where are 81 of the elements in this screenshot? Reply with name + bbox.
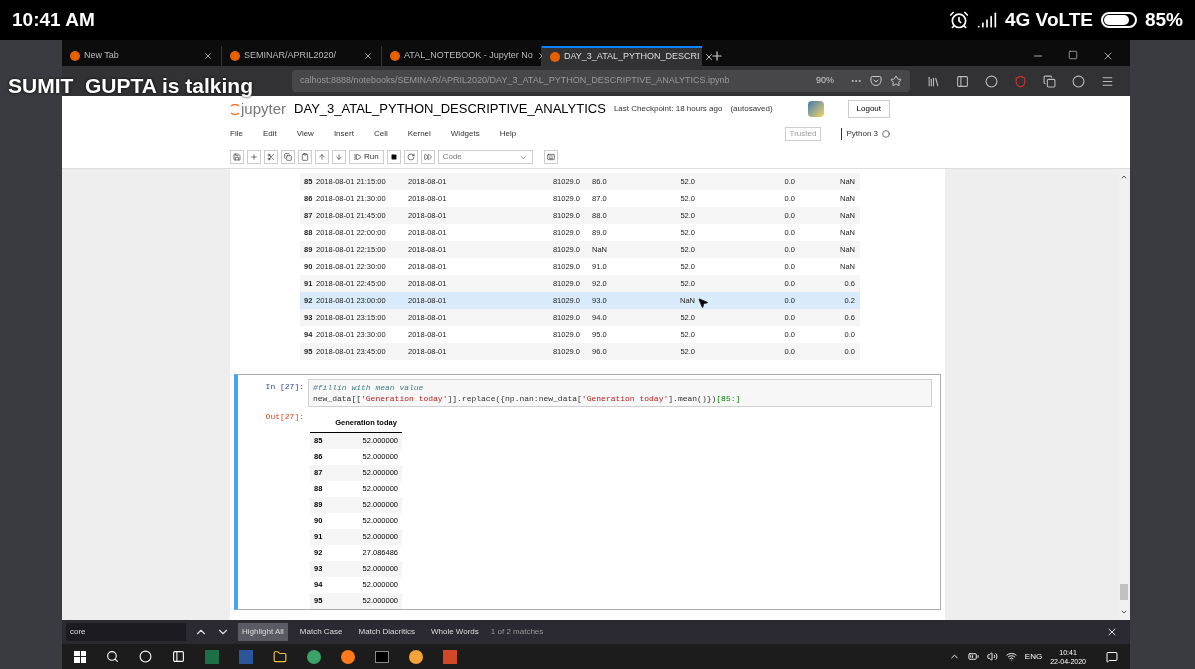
- volume-icon[interactable]: [986, 651, 998, 662]
- mouse-cursor-icon: [697, 297, 709, 309]
- bookmark-star-icon[interactable]: [890, 75, 902, 87]
- output-prompt: Out[27]:: [264, 411, 305, 423]
- menu-item[interactable]: View: [296, 128, 314, 140]
- find-option[interactable]: Match Diacritics: [354, 623, 419, 641]
- close-icon[interactable]: [363, 51, 373, 61]
- python-logo-icon: [807, 101, 824, 117]
- find-option[interactable]: Whole Words: [426, 623, 483, 641]
- close-icon[interactable]: [203, 51, 213, 61]
- menu-item[interactable]: Help: [499, 128, 517, 140]
- extension-icon[interactable]: [1072, 74, 1085, 88]
- run-button[interactable]: Run: [349, 150, 384, 164]
- paste-icon[interactable]: [298, 150, 312, 164]
- signal-icon: [977, 10, 997, 30]
- find-option[interactable]: Highlight All: [238, 623, 288, 641]
- close-icon[interactable]: [1102, 50, 1114, 62]
- new-tab-icon[interactable]: [710, 49, 724, 63]
- logout-button[interactable]: Logout: [847, 100, 890, 118]
- tab-favicon-icon: [230, 51, 240, 61]
- match-count: 1 of 2 matches: [490, 626, 544, 638]
- save-icon[interactable]: [230, 150, 244, 164]
- network-label: 4G VoLTE: [1005, 7, 1093, 32]
- close-icon[interactable]: [703, 52, 714, 62]
- shield-icon[interactable]: [1014, 74, 1027, 88]
- code-editor[interactable]: #fillin with mean value new_data[['Generation today']].replace({np.nan:new_data['Generation today'].mean()})[85:]: [308, 379, 932, 407]
- copy-icon[interactable]: [281, 150, 295, 164]
- scroll-up-icon[interactable]: [1120, 173, 1128, 181]
- kernel-name: Python 3: [841, 128, 878, 140]
- notifications-icon[interactable]: [1106, 650, 1118, 663]
- menu-item[interactable]: Insert: [333, 128, 354, 140]
- tab-favicon-icon: [390, 51, 400, 61]
- step-icon: [354, 153, 362, 161]
- jupyter-logo[interactable]: jupyter: [230, 97, 287, 121]
- input-prompt: In [27]:: [264, 381, 305, 393]
- library-icon[interactable]: [927, 74, 940, 88]
- extension-icon[interactable]: [1043, 74, 1056, 88]
- tab-favicon-icon: [550, 52, 560, 62]
- menu-item[interactable]: Kernel: [407, 128, 431, 140]
- find-field[interactable]: core: [66, 623, 186, 641]
- autosave-status: (autosaved): [730, 103, 773, 115]
- maximize-icon[interactable]: [1068, 50, 1078, 60]
- notebook-title[interactable]: DAY_3_ATAL_PYTHON_DESCRIPTIVE_ANALYTICS: [294, 99, 606, 119]
- stop-icon[interactable]: [386, 150, 401, 164]
- tab-favicon-icon: [70, 51, 80, 61]
- task-view-icon[interactable]: [172, 650, 185, 663]
- zoom-level[interactable]: 90%: [808, 74, 842, 88]
- checkpoint-text: Last Checkpoint: 18 hours ago: [613, 103, 723, 115]
- find-option[interactable]: Match Case: [295, 623, 347, 641]
- menu-item[interactable]: File: [230, 128, 243, 140]
- terminal-icon[interactable]: [375, 650, 389, 663]
- battery-icon[interactable]: [967, 651, 979, 662]
- pocket-icon[interactable]: [870, 75, 882, 87]
- menu-item[interactable]: Cell: [373, 128, 388, 140]
- sidebar-icon[interactable]: [956, 74, 969, 88]
- status-time: 10:41 AM: [12, 7, 95, 32]
- menu-icon[interactable]: [1101, 74, 1114, 88]
- speaker-overlay: SUMIT GUPTA is talking: [8, 73, 254, 99]
- address-bar[interactable]: calhost:8888/notebooks/SEMINAR/APRIL2020/DAY_3_ATAL_PYTHON_DESCRIPTIVE_ANALYTICS.ipynb 90%: [292, 70, 910, 92]
- close-icon[interactable]: [1106, 626, 1118, 638]
- windows-start-icon[interactable]: [74, 650, 86, 663]
- scroll-down-icon[interactable]: [1120, 608, 1128, 616]
- scroll-thumb[interactable]: [1120, 584, 1128, 600]
- alarm-icon: [949, 10, 969, 30]
- language-indicator[interactable]: ENG: [1024, 650, 1043, 663]
- extension-icon[interactable]: [985, 74, 998, 88]
- battery-icon: [1100, 12, 1137, 28]
- search-icon[interactable]: [106, 650, 119, 663]
- keyboard-icon[interactable]: [543, 150, 558, 164]
- kernel-status-icon: [882, 130, 890, 138]
- cortana-icon[interactable]: [139, 650, 152, 663]
- battery-percent: 85%: [1144, 7, 1183, 32]
- cut-icon[interactable]: [264, 150, 278, 164]
- folder-icon[interactable]: [273, 649, 287, 664]
- run-all-icon[interactable]: [420, 150, 435, 164]
- add-cell-icon[interactable]: [247, 150, 261, 164]
- menu-item[interactable]: Edit: [262, 128, 277, 140]
- restart-icon[interactable]: [403, 150, 418, 164]
- cell-type-dropdown[interactable]: Code: [437, 150, 533, 164]
- wifi-icon[interactable]: [1005, 651, 1017, 662]
- menu-item[interactable]: Widgets: [450, 128, 480, 140]
